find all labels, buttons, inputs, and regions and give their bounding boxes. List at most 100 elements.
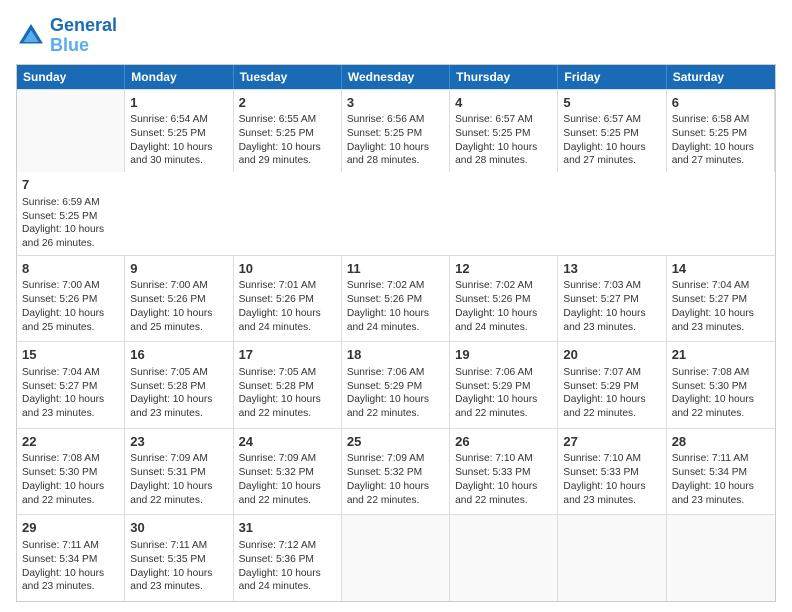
daylight: Daylight: 10 hours and 24 minutes. <box>455 308 537 333</box>
sunset: Sunset: 5:33 PM <box>563 467 638 478</box>
sunset: Sunset: 5:26 PM <box>347 294 422 305</box>
sunrise: Sunrise: 7:02 AM <box>347 280 425 291</box>
sunrise: Sunrise: 7:00 AM <box>130 280 208 291</box>
calendar-cell <box>17 90 125 173</box>
sunrise: Sunrise: 7:10 AM <box>455 453 533 464</box>
calendar-cell: 21Sunrise: 7:08 AMSunset: 5:30 PMDayligh… <box>667 342 775 428</box>
sunrise: Sunrise: 7:06 AM <box>455 367 533 378</box>
daylight: Daylight: 10 hours and 23 minutes. <box>22 568 104 593</box>
sunset: Sunset: 5:25 PM <box>239 128 314 139</box>
sunrise: Sunrise: 7:03 AM <box>563 280 641 291</box>
day-number: 3 <box>347 94 444 112</box>
calendar-week: 8Sunrise: 7:00 AMSunset: 5:26 PMDaylight… <box>17 255 775 342</box>
daylight: Daylight: 10 hours and 24 minutes. <box>239 568 321 593</box>
day-number: 12 <box>455 260 552 278</box>
daylight: Daylight: 10 hours and 23 minutes. <box>130 394 212 419</box>
calendar-week: 15Sunrise: 7:04 AMSunset: 5:27 PMDayligh… <box>17 341 775 428</box>
sunset: Sunset: 5:32 PM <box>347 467 422 478</box>
sunset: Sunset: 5:36 PM <box>239 554 314 565</box>
sunset: Sunset: 5:34 PM <box>22 554 97 565</box>
day-number: 27 <box>563 433 660 451</box>
calendar-cell: 1Sunrise: 6:54 AMSunset: 5:25 PMDaylight… <box>125 90 233 173</box>
sunrise: Sunrise: 7:04 AM <box>672 280 750 291</box>
calendar-cell: 5Sunrise: 6:57 AMSunset: 5:25 PMDaylight… <box>558 90 666 173</box>
calendar-cell: 27Sunrise: 7:10 AMSunset: 5:33 PMDayligh… <box>558 429 666 515</box>
calendar-cell: 15Sunrise: 7:04 AMSunset: 5:27 PMDayligh… <box>17 342 125 428</box>
calendar-header-row: SundayMondayTuesdayWednesdayThursdayFrid… <box>17 65 775 89</box>
calendar-cell: 28Sunrise: 7:11 AMSunset: 5:34 PMDayligh… <box>667 429 775 515</box>
calendar-cell <box>558 515 666 601</box>
calendar-cell: 11Sunrise: 7:02 AMSunset: 5:26 PMDayligh… <box>342 256 450 342</box>
daylight: Daylight: 10 hours and 22 minutes. <box>130 481 212 506</box>
sunrise: Sunrise: 6:56 AM <box>347 114 425 125</box>
calendar-cell: 3Sunrise: 6:56 AMSunset: 5:25 PMDaylight… <box>342 90 450 173</box>
daylight: Daylight: 10 hours and 23 minutes. <box>672 481 754 506</box>
sunrise: Sunrise: 7:06 AM <box>347 367 425 378</box>
day-number: 16 <box>130 346 227 364</box>
day-number: 31 <box>239 519 336 537</box>
calendar-cell: 13Sunrise: 7:03 AMSunset: 5:27 PMDayligh… <box>558 256 666 342</box>
sunrise: Sunrise: 7:12 AM <box>239 540 317 551</box>
day-number: 25 <box>347 433 444 451</box>
day-number: 23 <box>130 433 227 451</box>
day-number: 6 <box>672 94 769 112</box>
calendar-cell: 16Sunrise: 7:05 AMSunset: 5:28 PMDayligh… <box>125 342 233 428</box>
daylight: Daylight: 10 hours and 23 minutes. <box>672 308 754 333</box>
daylight: Daylight: 10 hours and 22 minutes. <box>22 481 104 506</box>
day-number: 7 <box>22 176 120 194</box>
sunset: Sunset: 5:30 PM <box>22 467 97 478</box>
sunset: Sunset: 5:30 PM <box>672 381 747 392</box>
daylight: Daylight: 10 hours and 28 minutes. <box>455 142 537 167</box>
calendar-week: 22Sunrise: 7:08 AMSunset: 5:30 PMDayligh… <box>17 428 775 515</box>
day-number: 14 <box>672 260 770 278</box>
calendar-cell: 4Sunrise: 6:57 AMSunset: 5:25 PMDaylight… <box>450 90 558 173</box>
calendar-cell: 17Sunrise: 7:05 AMSunset: 5:28 PMDayligh… <box>234 342 342 428</box>
day-number: 20 <box>563 346 660 364</box>
sunrise: Sunrise: 7:10 AM <box>563 453 641 464</box>
sunrise: Sunrise: 6:55 AM <box>239 114 317 125</box>
calendar-cell: 30Sunrise: 7:11 AMSunset: 5:35 PMDayligh… <box>125 515 233 601</box>
day-number: 26 <box>455 433 552 451</box>
sunset: Sunset: 5:29 PM <box>347 381 422 392</box>
sunrise: Sunrise: 6:54 AM <box>130 114 208 125</box>
daylight: Daylight: 10 hours and 22 minutes. <box>455 394 537 419</box>
sunset: Sunset: 5:25 PM <box>130 128 205 139</box>
sunset: Sunset: 5:27 PM <box>563 294 638 305</box>
calendar-cell: 8Sunrise: 7:00 AMSunset: 5:26 PMDaylight… <box>17 256 125 342</box>
calendar-cell: 19Sunrise: 7:06 AMSunset: 5:29 PMDayligh… <box>450 342 558 428</box>
sunrise: Sunrise: 7:05 AM <box>239 367 317 378</box>
calendar-header-cell: Tuesday <box>234 65 342 89</box>
calendar-week: 1 Sunrise: 6:54 AM Sunset: 5:25 PM Daylight… <box>17 89 775 255</box>
day-number: 19 <box>455 346 552 364</box>
daylight: Daylight: 10 hours and 25 minutes. <box>22 308 104 333</box>
calendar-cell: 22Sunrise: 7:08 AMSunset: 5:30 PMDayligh… <box>17 429 125 515</box>
sunrise: Sunrise: 7:07 AM <box>563 367 641 378</box>
calendar-cell: 29Sunrise: 7:11 AMSunset: 5:34 PMDayligh… <box>17 515 125 601</box>
calendar-cell: 25Sunrise: 7:09 AMSunset: 5:32 PMDayligh… <box>342 429 450 515</box>
day-number: 11 <box>347 260 444 278</box>
daylight: Daylight: 10 hours and 27 minutes. <box>563 142 645 167</box>
sunset: Sunset: 5:31 PM <box>130 467 205 478</box>
day-number: 9 <box>130 260 227 278</box>
daylight: Daylight: 10 hours and 22 minutes. <box>347 394 429 419</box>
calendar-header-cell: Wednesday <box>342 65 450 89</box>
calendar-cell: 6Sunrise: 6:58 AMSunset: 5:25 PMDaylight… <box>667 90 775 173</box>
sunrise: Sunrise: 7:02 AM <box>455 280 533 291</box>
sunrise: Sunrise: 7:11 AM <box>130 540 207 551</box>
sunset: Sunset: 5:25 PM <box>672 128 747 139</box>
sunrise: Sunrise: 6:57 AM <box>455 114 533 125</box>
sunrise: Sunrise: 7:05 AM <box>130 367 208 378</box>
calendar-cell: 9Sunrise: 7:00 AMSunset: 5:26 PMDaylight… <box>125 256 233 342</box>
page: General Blue SundayMondayTuesdayWednesda… <box>0 0 792 612</box>
daylight: Daylight: 10 hours and 28 minutes. <box>347 142 429 167</box>
day-number: 1 <box>130 94 227 112</box>
day-number: 21 <box>672 346 770 364</box>
daylight: Daylight: 10 hours and 22 minutes. <box>672 394 754 419</box>
daylight: Daylight: 10 hours and 24 minutes. <box>239 308 321 333</box>
calendar-cell <box>450 515 558 601</box>
day-number: 4 <box>455 94 552 112</box>
day-number: 10 <box>239 260 336 278</box>
calendar-header-cell: Monday <box>125 65 233 89</box>
daylight: Daylight: 10 hours and 23 minutes. <box>130 568 212 593</box>
day-number: 2 <box>239 94 336 112</box>
